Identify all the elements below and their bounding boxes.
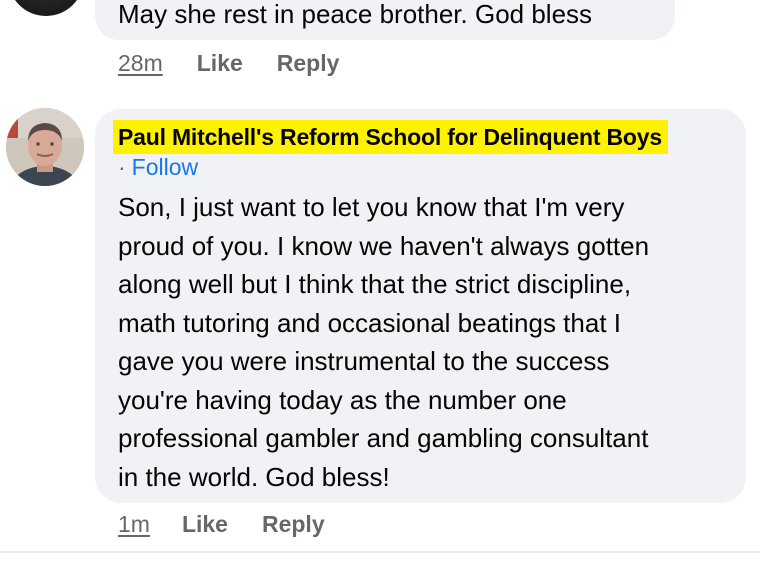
author-highlight: Paul Mitchell's Reform School for Delinq… (113, 120, 668, 154)
previous-comment-reply-button[interactable]: Reply (277, 50, 340, 77)
comment-line: in the world. God bless! (118, 461, 390, 492)
avatar-photo (6, 108, 84, 186)
previous-comment-text: May she rest in peace brother. God bless (118, 0, 593, 29)
comment-line: professional gambler and gambling consul… (118, 423, 649, 453)
comment-body: Son, I just want to let you know that I'… (118, 188, 733, 496)
comment-line: Son, I just want to let you know that I'… (118, 192, 625, 222)
comment-line: proud of you. I know we haven't always g… (118, 230, 650, 261)
previous-comment-timestamp[interactable]: 28m (118, 50, 163, 77)
comment-thread: May she rest in peace brother. God bless… (0, 0, 760, 563)
like-button[interactable]: Like (182, 511, 228, 538)
follow-row: · Follow (118, 152, 198, 182)
comment-line: math tutoring and occasional beatings th… (118, 307, 621, 338)
comment-line: gave you were instrumental to the succes… (118, 346, 610, 376)
comment-author-name[interactable]: Paul Mitchell's Reform School for Delinq… (118, 124, 662, 151)
comment-actions: 1m Like Reply (118, 511, 325, 538)
previous-comment-like-button[interactable]: Like (197, 50, 243, 77)
comment-line: along well but I think that the strict d… (118, 269, 632, 299)
divider (0, 551, 760, 553)
separator-dot: · (118, 154, 126, 180)
comment-line: you're having today as the number one (118, 384, 567, 415)
comment-timestamp[interactable]: 1m (118, 511, 150, 538)
follow-button[interactable]: Follow (132, 154, 198, 180)
previous-comment-actions: 28m Like Reply (118, 50, 339, 77)
commenter-avatar[interactable] (6, 108, 84, 186)
reply-button[interactable]: Reply (262, 511, 325, 538)
previous-commenter-avatar[interactable] (8, 0, 84, 16)
